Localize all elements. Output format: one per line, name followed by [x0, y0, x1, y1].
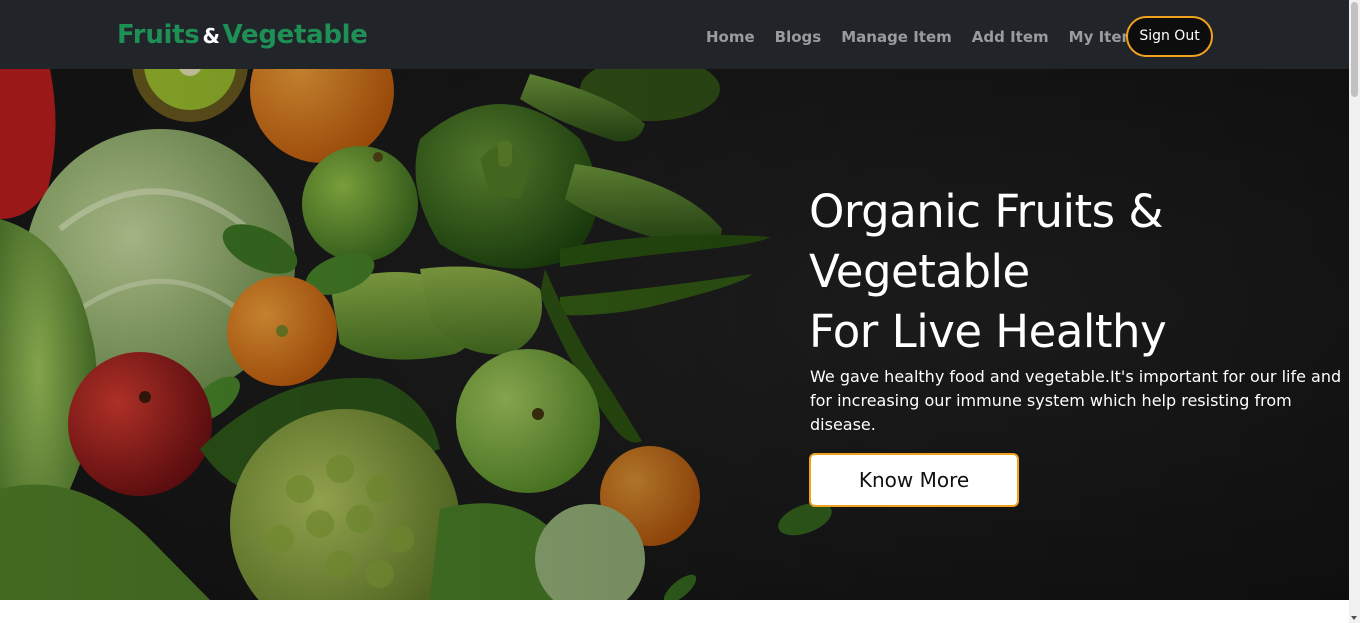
hero-title: Organic Fruits & Vegetable For Live Heal…: [809, 182, 1349, 362]
hero-banner: Organic Fruits & Vegetable For Live Heal…: [0, 69, 1349, 600]
nav-links: Home Blogs Manage Item Add Item My Item: [706, 27, 1157, 47]
hero-title-line-2: Vegetable: [809, 245, 1030, 298]
brand-logo[interactable]: Fruits & Vegetable: [117, 18, 368, 53]
hero-title-line-1: Organic Fruits &: [809, 185, 1163, 238]
scroll-down-arrow-icon[interactable]: [1351, 616, 1357, 620]
nav-add-item[interactable]: Add Item: [972, 27, 1049, 47]
navbar: Fruits & Vegetable Home Blogs Manage Item …: [0, 0, 1349, 69]
hero-subtitle: We gave healthy food and vegetable.It's …: [810, 367, 1342, 434]
scrollbar-thumb[interactable]: [1351, 2, 1358, 97]
brand-word-vegetable: Vegetable: [222, 20, 368, 50]
page: Fruits & Vegetable Home Blogs Manage Item …: [0, 0, 1360, 623]
brand-ampersand: &: [202, 24, 220, 48]
brand-word-fruits: Fruits: [117, 20, 200, 50]
page-scrollbar[interactable]: [1349, 0, 1360, 623]
nav-manage-item[interactable]: Manage Item: [841, 27, 952, 47]
nav-blogs[interactable]: Blogs: [775, 27, 822, 47]
know-more-button[interactable]: Know More: [809, 453, 1019, 507]
nav-home[interactable]: Home: [706, 27, 755, 47]
sign-out-button[interactable]: Sign Out: [1126, 16, 1213, 57]
hero-title-line-3: For Live Healthy: [809, 305, 1167, 358]
